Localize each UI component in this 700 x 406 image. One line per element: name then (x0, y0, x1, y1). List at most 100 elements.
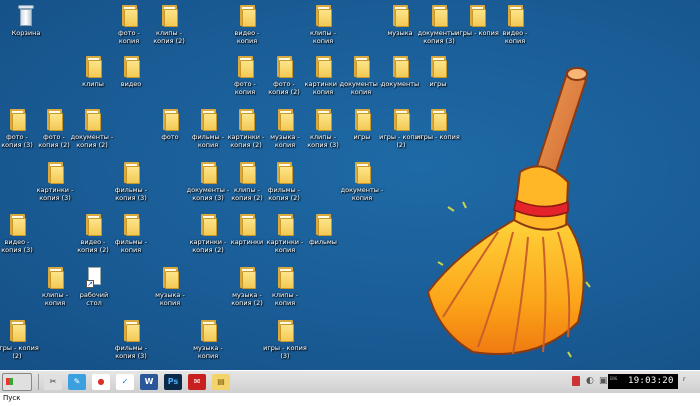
desktop-folder[interactable]: документы - копия (2) (70, 109, 114, 153)
folder-icon (46, 109, 63, 131)
desktop-folder[interactable]: видео - копия (493, 5, 537, 49)
tray-network-icon[interactable]: ▣ (599, 376, 608, 386)
folder-icon (123, 56, 140, 78)
desktop-folder[interactable]: фильмы (301, 214, 345, 258)
icon-label: клипы - копия (271, 291, 299, 307)
desktop-folder[interactable]: клипы - копия (33, 267, 77, 311)
desktop-folder[interactable]: картинки - копия (2) (186, 214, 230, 258)
language-indicator[interactable]: r (683, 376, 685, 383)
icon-label: фильмы - копия (3) (114, 186, 148, 202)
chrome-icon[interactable]: ● (92, 374, 110, 390)
desktop-folder[interactable]: документы - копия (340, 162, 384, 206)
folder-icon (162, 109, 179, 131)
desktop-folder[interactable]: фото - копия (107, 5, 151, 49)
desktop-folder[interactable]: документы - копия (3) (186, 162, 230, 206)
photoshop-icon[interactable]: Ps (164, 374, 182, 390)
folder-icon (47, 162, 64, 184)
tray-volume-icon[interactable]: ◐ (586, 376, 594, 386)
desktop-folder[interactable]: видео - копия (3) (0, 214, 39, 258)
desktop-folder[interactable]: фильмы - копия (3) (109, 320, 153, 364)
folder-icon (469, 5, 486, 27)
desktop-folder[interactable]: музыка (378, 5, 422, 49)
folder-icon (121, 5, 138, 27)
folder-icon (276, 162, 293, 184)
desktop-folder[interactable]: клипы - копия (263, 267, 307, 311)
desktop-folder[interactable]: фильмы - копия (3) (109, 162, 153, 206)
folder-icon (315, 214, 332, 236)
desktop-folder[interactable]: видео - копия (225, 5, 269, 49)
desktop-folder[interactable]: фото - копия (2) (262, 56, 306, 100)
folder-icon (200, 162, 217, 184)
clock-caption: ENG (610, 376, 618, 381)
word-icon[interactable]: W (140, 374, 158, 390)
desktop-folder[interactable]: музыка - копия (186, 320, 230, 364)
icon-label: документы - копия (3) (186, 186, 230, 202)
folder-icon (123, 214, 140, 236)
icon-label: фото - копия (118, 29, 140, 45)
desktop-folder[interactable]: музыка - копия (148, 267, 192, 311)
folder-icon (315, 56, 332, 78)
desktop-folder[interactable]: игры - копия (3) (263, 320, 307, 364)
desktop-folder[interactable]: фото - копия (223, 56, 267, 100)
taskbar-separator (38, 374, 39, 390)
icon-label: документы - копия (339, 80, 383, 96)
icon-label: музыка - копия (155, 291, 185, 307)
icon-label: картинки - копия (2) (227, 133, 265, 149)
folder-icon (277, 320, 294, 342)
folder-icon (85, 214, 102, 236)
desktop-folder[interactable]: клипы - копия (3) (301, 109, 345, 153)
explorer-icon[interactable]: ▤ (212, 374, 230, 390)
folder-icon (123, 162, 140, 184)
folder-icon (393, 109, 410, 131)
paint-icon[interactable]: ✎ (68, 374, 86, 390)
pocket-icon[interactable]: ✓ (116, 374, 134, 390)
desktop-folder[interactable]: картинки - копия (3) (33, 162, 77, 206)
broom-cleaner-icon (426, 67, 591, 358)
icon-label: видео - копия (502, 29, 528, 45)
folder-icon (276, 56, 293, 78)
desktop-folder[interactable]: фильмы - копия (109, 214, 153, 258)
folder-icon (238, 109, 255, 131)
recycle-bin[interactable]: Корзина (4, 5, 48, 49)
icon-label: игры (353, 133, 371, 141)
folder-icon (315, 109, 332, 131)
folder-icon (84, 109, 101, 131)
desktop-folder[interactable]: картинки - копия (2) (224, 109, 268, 153)
folder-icon (9, 320, 26, 342)
icon-label: фото - копия (234, 80, 256, 96)
folder-icon (162, 267, 179, 289)
desktop-folder[interactable]: клипы - копия (301, 5, 345, 49)
icon-label: игры - копия (3) (263, 344, 307, 360)
desktop-shortcut[interactable]: ↗ рабочий стол (72, 267, 116, 311)
clock-time: 19:03:20 (628, 376, 674, 386)
folder-icon (239, 162, 256, 184)
folder-icon (85, 56, 102, 78)
icon-label: игры - копия (2) (0, 344, 39, 360)
folder-icon (9, 109, 26, 131)
start-button[interactable]: Пуск (2, 373, 32, 402)
desktop-folder[interactable]: игры - копия (2) (0, 320, 39, 364)
desktop-folder[interactable]: видео (109, 56, 153, 100)
icon-label: видео (120, 80, 142, 88)
desktop-folder[interactable]: фильмы - копия (2) (262, 162, 306, 206)
acrobat-icon[interactable]: ✉ (188, 374, 206, 390)
desktop-folder[interactable]: документы - копия (339, 56, 383, 100)
folder-icon (392, 56, 409, 78)
folder-icon (354, 109, 371, 131)
desktop-folder[interactable]: игры (340, 109, 384, 153)
folder-icon (9, 214, 26, 236)
clock[interactable]: ENG 19:03:20 (608, 374, 678, 389)
desktop-folder[interactable]: клипы - копия (2) (147, 5, 191, 49)
tools-icon[interactable]: ✂ (44, 374, 62, 390)
folder-icon (47, 267, 64, 289)
icon-label: клипы - копия (41, 291, 69, 307)
icon-label: фильмы (309, 238, 337, 246)
folder-icon (161, 5, 178, 27)
folder-icon (200, 109, 217, 131)
tray-notification-icon[interactable] (572, 376, 580, 386)
icon-label: рабочий стол (79, 291, 109, 307)
folder-icon (431, 5, 448, 27)
folder-icon (239, 214, 256, 236)
icon-label: картинки - копия (2) (189, 238, 227, 254)
folder-icon (239, 5, 256, 27)
